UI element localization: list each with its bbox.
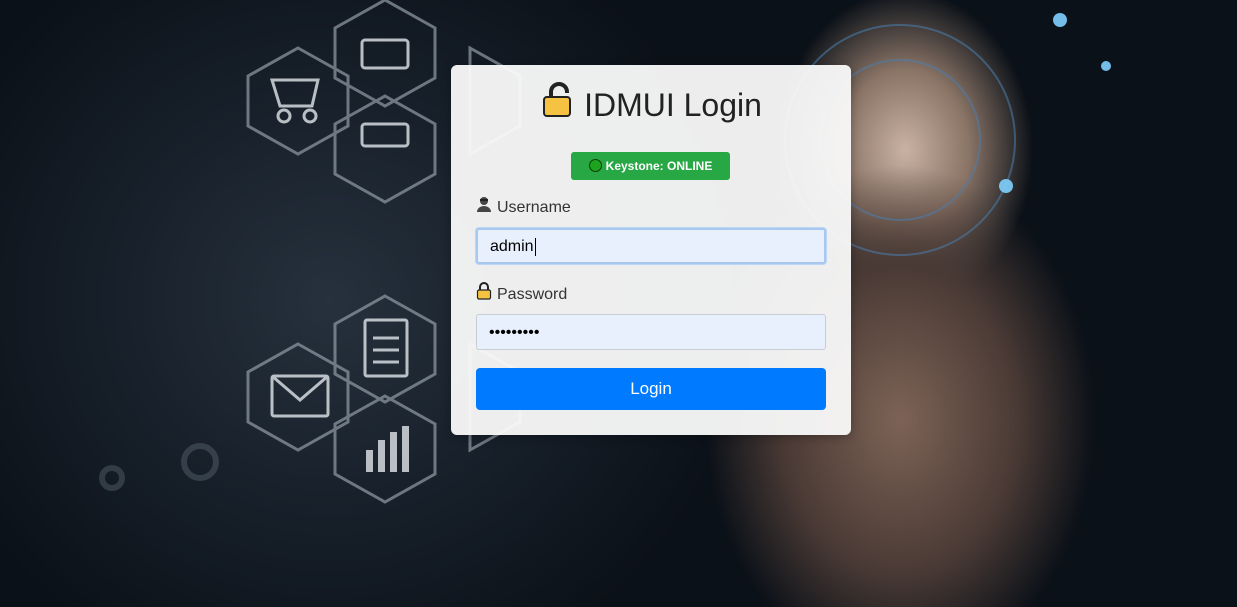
status-badge: Keystone: ONLINE [571,152,730,180]
lock-icon [540,82,576,127]
text-cursor [534,237,536,256]
login-card: IDMUI Login Keystone: ONLINE Username ad… [451,65,851,435]
page-title-row: IDMUI Login [451,82,851,127]
username-label: Username [476,196,571,217]
status-dot-icon [588,159,602,173]
lock-icon [476,282,492,305]
username-field[interactable]: admin [476,228,826,264]
status-label: Keystone: ONLINE [605,159,713,173]
login-button[interactable]: Login [476,368,826,410]
page-title: IDMUI Login [584,87,762,123]
password-label: Password [476,282,567,305]
user-icon [476,196,492,217]
password-field[interactable]: ••••••••• [476,314,826,350]
